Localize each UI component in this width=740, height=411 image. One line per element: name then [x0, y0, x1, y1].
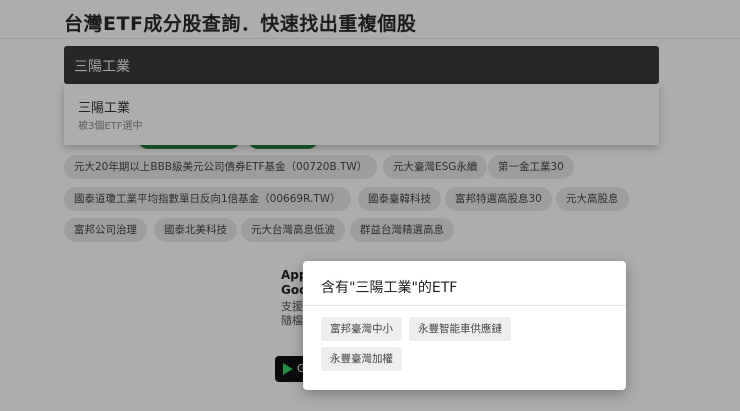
- modal-etf-chip[interactable]: 永豐智能車供應鏈: [409, 317, 511, 341]
- etf-result-modal: 含有"三陽工業"的ETF 富邦臺灣中小 永豐智能車供應鏈 永豐臺灣加權: [303, 261, 626, 390]
- modal-etf-chip[interactable]: 永豐臺灣加權: [321, 347, 402, 371]
- modal-divider: [303, 305, 626, 306]
- modal-etf-chip[interactable]: 富邦臺灣中小: [321, 317, 402, 341]
- modal-title: 含有"三陽工業"的ETF: [321, 280, 458, 296]
